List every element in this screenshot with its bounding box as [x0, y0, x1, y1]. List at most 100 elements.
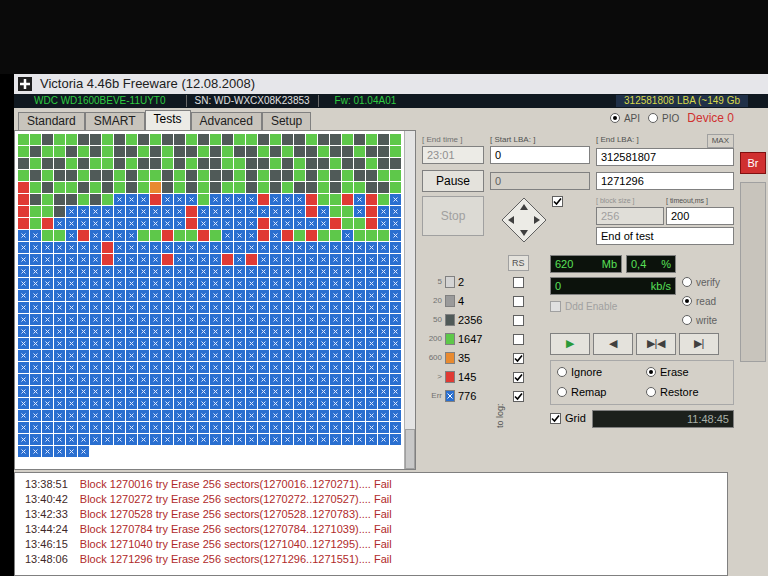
radio-circle-icon	[682, 315, 692, 325]
map-cell	[378, 290, 389, 301]
map-cell	[90, 290, 101, 301]
navigator-checkbox[interactable]	[552, 196, 563, 207]
mode-select[interactable]: End of test	[596, 227, 734, 245]
map-cell	[174, 290, 185, 301]
log-checkbox[interactable]	[513, 296, 524, 307]
read-mode-radio[interactable]: verify	[682, 275, 734, 290]
log-checkbox[interactable]	[513, 334, 524, 345]
read-mode-radio[interactable]: read	[682, 294, 734, 309]
map-cell	[138, 254, 149, 265]
tab[interactable]: Tests	[145, 110, 191, 130]
map-cell	[162, 266, 173, 277]
current-lba-field[interactable]: 0	[490, 172, 590, 190]
map-cell	[90, 218, 101, 229]
tab[interactable]: Setup	[262, 112, 311, 130]
error-cross-icon	[45, 329, 50, 334]
tab[interactable]: Advanced	[191, 112, 262, 130]
end-time-group: [ End time ]23:01	[422, 134, 484, 166]
transport-button[interactable]: ▶|◀	[636, 333, 676, 355]
map-cell	[330, 230, 341, 241]
action-radio[interactable]: Erase	[646, 364, 727, 381]
map-cell	[126, 146, 137, 157]
map-cell	[186, 338, 197, 349]
map-cell	[198, 278, 209, 289]
tab[interactable]: Standard	[18, 112, 85, 130]
map-cell	[18, 146, 29, 157]
map-scrollbar[interactable]	[404, 131, 415, 469]
log-checkbox[interactable]	[513, 372, 524, 383]
map-cell	[354, 338, 365, 349]
ddd-checkbox[interactable]	[550, 301, 561, 312]
ddd-option[interactable]: Ddd Enable	[550, 299, 676, 314]
error-cross-icon	[237, 317, 242, 322]
error-cross-icon	[225, 377, 230, 382]
map-cell	[258, 242, 269, 253]
error-cross-icon	[93, 209, 98, 214]
timeout-select[interactable]: 200	[666, 207, 734, 225]
port-radio[interactable]: API	[610, 111, 640, 126]
error-cross-icon	[201, 245, 206, 250]
rs-button[interactable]: RS	[508, 255, 529, 271]
error-cross-icon	[261, 377, 266, 382]
error-cross-icon	[69, 365, 74, 370]
error-cross-icon	[69, 413, 74, 418]
map-cell	[246, 362, 257, 373]
map-cell	[306, 386, 317, 397]
stop-row: Stop[ block size ]256[ timeout,ms ]200En…	[422, 196, 734, 245]
tab[interactable]: SMART	[85, 112, 145, 130]
break-button[interactable]: Br	[740, 152, 766, 174]
start-lba-field[interactable]: 0	[490, 146, 590, 164]
map-cell	[114, 242, 125, 253]
map-cell	[30, 374, 41, 385]
stop-button[interactable]: Stop	[422, 196, 484, 236]
error-cross-icon	[105, 437, 110, 442]
transport-button[interactable]: ▶|	[679, 333, 719, 355]
map-cell	[318, 134, 329, 145]
error-cross-icon	[81, 329, 86, 334]
direction-pad-icon[interactable]	[500, 196, 548, 244]
current-end-field[interactable]: 1271296	[596, 172, 734, 190]
scrollbar-thumb[interactable]	[405, 429, 415, 469]
map-cell	[126, 242, 137, 253]
error-cross-icon	[21, 437, 26, 442]
transport-button[interactable]: ◀	[593, 333, 633, 355]
log-checkbox[interactable]	[513, 315, 524, 326]
map-cell	[78, 194, 89, 205]
map-cell	[294, 218, 305, 229]
action-radio[interactable]: Ignore	[557, 364, 638, 381]
error-cross-icon	[297, 245, 302, 250]
end-time-field[interactable]: 23:01	[422, 146, 484, 164]
grid-option[interactable]: Grid	[550, 410, 586, 427]
port-radio[interactable]: PIO	[648, 111, 679, 126]
error-cross-icon	[165, 389, 170, 394]
map-cell	[150, 338, 161, 349]
map-cell	[378, 266, 389, 277]
error-cross-icon	[105, 377, 110, 382]
error-cross-icon	[261, 209, 266, 214]
error-cross-icon	[297, 221, 302, 226]
log-checkbox[interactable]	[513, 391, 524, 402]
action-radio[interactable]: Restore	[646, 384, 727, 401]
error-cross-icon	[69, 233, 74, 238]
block-size-field[interactable]: 256	[596, 207, 664, 225]
read-mode-radio[interactable]: write	[682, 313, 734, 328]
map-cell	[306, 134, 317, 145]
map-cell	[234, 218, 245, 229]
map-cell	[90, 350, 101, 361]
map-cell	[366, 278, 377, 289]
log-checkbox[interactable]	[513, 353, 524, 364]
log-checkbox[interactable]	[513, 277, 524, 288]
map-cell	[126, 350, 137, 361]
end-lba-field[interactable]: 312581807	[596, 148, 734, 166]
error-cross-icon	[285, 221, 290, 226]
error-cross-icon	[369, 425, 374, 430]
grid-checkbox[interactable]	[550, 413, 561, 424]
transport-button[interactable]: ▶	[550, 333, 590, 355]
pause-button[interactable]: Pause	[422, 170, 484, 192]
max-button[interactable]: MAX	[707, 134, 734, 148]
error-cross-icon	[273, 245, 278, 250]
map-cell	[186, 194, 197, 205]
map-cell	[270, 326, 281, 337]
error-cross-icon	[33, 293, 38, 298]
action-radio[interactable]: Remap	[557, 384, 638, 401]
